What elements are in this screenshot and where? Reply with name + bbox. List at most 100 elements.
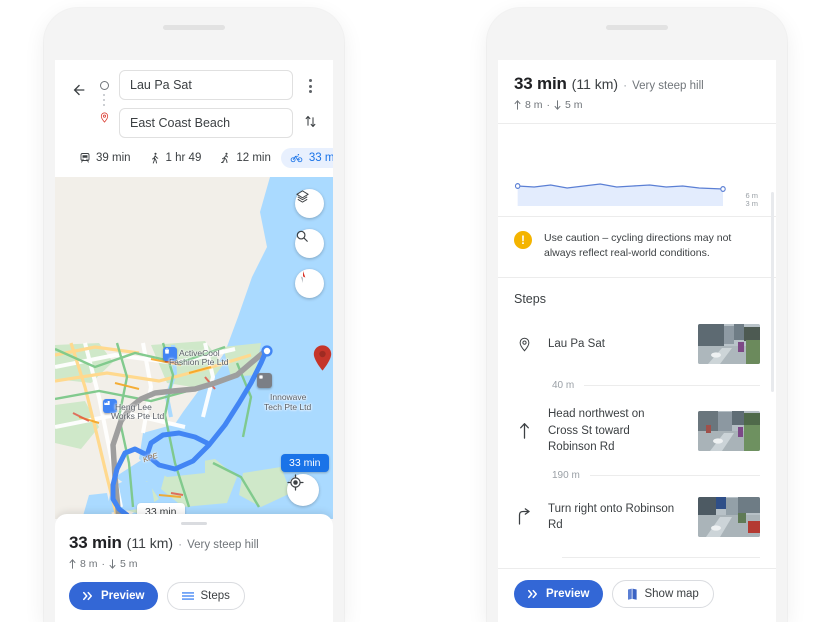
steps-list-icon (182, 592, 195, 600)
route-distance: (11 km) (126, 535, 174, 551)
detail-elevation-separator: · (546, 99, 551, 111)
steps-button[interactable]: Steps (167, 582, 245, 610)
origin-input[interactable]: Lau Pa Sat (119, 70, 293, 100)
travel-mode-transit[interactable]: 39 min (71, 148, 139, 168)
route-detail-summary: 33 min (11 km) · Very steep hill (514, 74, 760, 94)
directions-search-card: Lau Pa Sat East Coast Beach 39 min 1 hr … (55, 60, 333, 177)
route-detail-header: 33 min (11 km) · Very steep hill 8 m · 5… (498, 60, 776, 124)
detail-distance: (11 km) (571, 76, 619, 92)
phone-screen-left: Lau Pa Sat East Coast Beach 39 min 1 hr … (55, 60, 333, 622)
elevation-loss-value: 5 m (120, 558, 138, 570)
map-compass-button[interactable] (295, 269, 324, 298)
preview-chevrons-icon (528, 589, 537, 599)
step-street-thumbnail[interactable] (698, 496, 760, 537)
preview-button-label: Preview (546, 588, 590, 600)
divider (584, 384, 760, 386)
warning-icon: ! (514, 231, 532, 249)
elevation-profile-section: 6 m 3 m (498, 124, 776, 217)
poi-marker-industry (103, 399, 117, 413)
phone-mockup-left: Lau Pa Sat East Coast Beach 39 min 1 hr … (44, 8, 344, 622)
step-instruction: Turn right onto Robinson Rd (548, 502, 675, 531)
summary-separator: · (178, 537, 183, 551)
place-pin-icon (514, 336, 534, 353)
travel-mode-cycling[interactable]: 33 min (280, 148, 333, 168)
poi-marker-building (257, 373, 272, 388)
map-canvas[interactable]: ActiveCool Fashion Pte Ltd Heng Lee Work… (55, 177, 333, 519)
steps-button-label: Steps (200, 590, 230, 602)
overflow-menu-button[interactable] (297, 70, 323, 96)
step-distance-row: 40 m (498, 374, 776, 396)
screenshot-stage: Lau Pa Sat East Coast Beach 39 min 1 hr … (0, 0, 830, 622)
step-distance: 190 m (552, 470, 580, 482)
route-detail-actions: Preview Show map (498, 568, 776, 622)
elevation-gain-icon (69, 559, 76, 569)
step-instruction: Head northwest on Cross St toward Robins… (548, 408, 645, 453)
detail-elevation-gain: 8 m (525, 99, 543, 111)
route-duration: 33 min (69, 533, 122, 552)
back-button[interactable] (65, 75, 93, 105)
bicycle-icon (289, 152, 304, 164)
elevation-min-label: 3 m (745, 199, 758, 209)
step-street-thumbnail[interactable] (698, 410, 760, 451)
step-distance-row: 190 m (498, 465, 776, 487)
travel-mode-walking[interactable]: 1 hr 49 (141, 147, 210, 169)
elevation-summary: 8 m · 5 m (69, 558, 319, 570)
elevation-gain-icon (514, 100, 521, 110)
map-layers-button[interactable] (295, 189, 324, 218)
phone-screen-right: 33 min (11 km) · Very steep hill 8 m · 5… (498, 60, 776, 622)
overflow-menu-icon (308, 79, 312, 93)
transit-icon (79, 152, 91, 164)
route-summary-sheet: 33 min (11 km) · Very steep hill 8 m · 5… (55, 514, 333, 622)
list-item[interactable]: Turn right onto Robinson Rd (498, 487, 776, 547)
detail-elevation-summary: 8 m · 5 m (514, 99, 760, 111)
destination-pin-icon (99, 111, 110, 129)
detail-note: Very steep hill (632, 80, 704, 92)
rideshare-icon (219, 151, 231, 165)
elevation-separator: · (101, 558, 106, 570)
poi-marker-shopping (163, 347, 177, 361)
search-icon (296, 230, 308, 242)
elevation-chart-graphics (514, 182, 726, 206)
list-item[interactable]: Lau Pa Sat (498, 314, 776, 374)
preview-button[interactable]: Preview (514, 580, 604, 608)
list-item[interactable]: Head northwest on Cross St toward Robins… (498, 396, 776, 464)
phone-speaker (163, 25, 225, 30)
preview-button[interactable]: Preview (69, 582, 159, 610)
my-location-icon (287, 474, 304, 491)
route-eta-badge-primary[interactable]: 33 min (281, 454, 329, 472)
map-search-button[interactable] (295, 229, 324, 258)
walk-icon (149, 151, 161, 165)
phone-mockup-right: 33 min (11 km) · Very steep hill 8 m · 5… (487, 8, 787, 622)
preview-chevrons-icon (83, 591, 92, 601)
divider (589, 475, 760, 477)
travel-mode-walking-label: 1 hr 49 (165, 152, 202, 164)
my-location-button[interactable] (287, 474, 319, 506)
caution-banner: ! Use caution – cycling directions may n… (498, 217, 776, 279)
sheet-drag-handle[interactable] (181, 522, 207, 525)
divider (562, 557, 760, 559)
route-dotted-line (103, 90, 105, 110)
scrollbar[interactable] (771, 192, 774, 392)
swap-vertical-icon (305, 115, 315, 127)
destination-input[interactable]: East Coast Beach (119, 108, 293, 138)
step-distance-row (498, 547, 776, 569)
route-summary-line: 33 min (11 km) · Very steep hill (69, 533, 319, 553)
show-map-button[interactable]: Show map (612, 580, 714, 608)
travel-mode-transit-label: 39 min (96, 152, 131, 164)
travel-mode-tabs: 39 min 1 hr 49 12 min 33 m (65, 138, 333, 177)
elevation-loss-icon (109, 559, 116, 569)
swap-endpoints-button[interactable] (297, 108, 323, 134)
show-map-button-label: Show map (644, 588, 699, 600)
travel-mode-rideshare[interactable]: 12 min (211, 147, 279, 169)
caution-text: Use caution – cycling directions may not… (544, 232, 732, 260)
origin-dot-icon (99, 81, 109, 90)
elevation-loss-icon (554, 100, 561, 110)
route-endpoints-indicator (93, 70, 115, 129)
elevation-chart: 6 m 3 m (514, 142, 758, 208)
layers-icon (296, 190, 309, 203)
compass-icon (300, 271, 306, 283)
turn-right-icon (514, 508, 534, 525)
travel-mode-rideshare-label: 12 min (236, 152, 271, 164)
step-street-thumbnail[interactable] (698, 324, 760, 365)
elevation-axis-labels: 6 m 3 m (745, 192, 758, 208)
